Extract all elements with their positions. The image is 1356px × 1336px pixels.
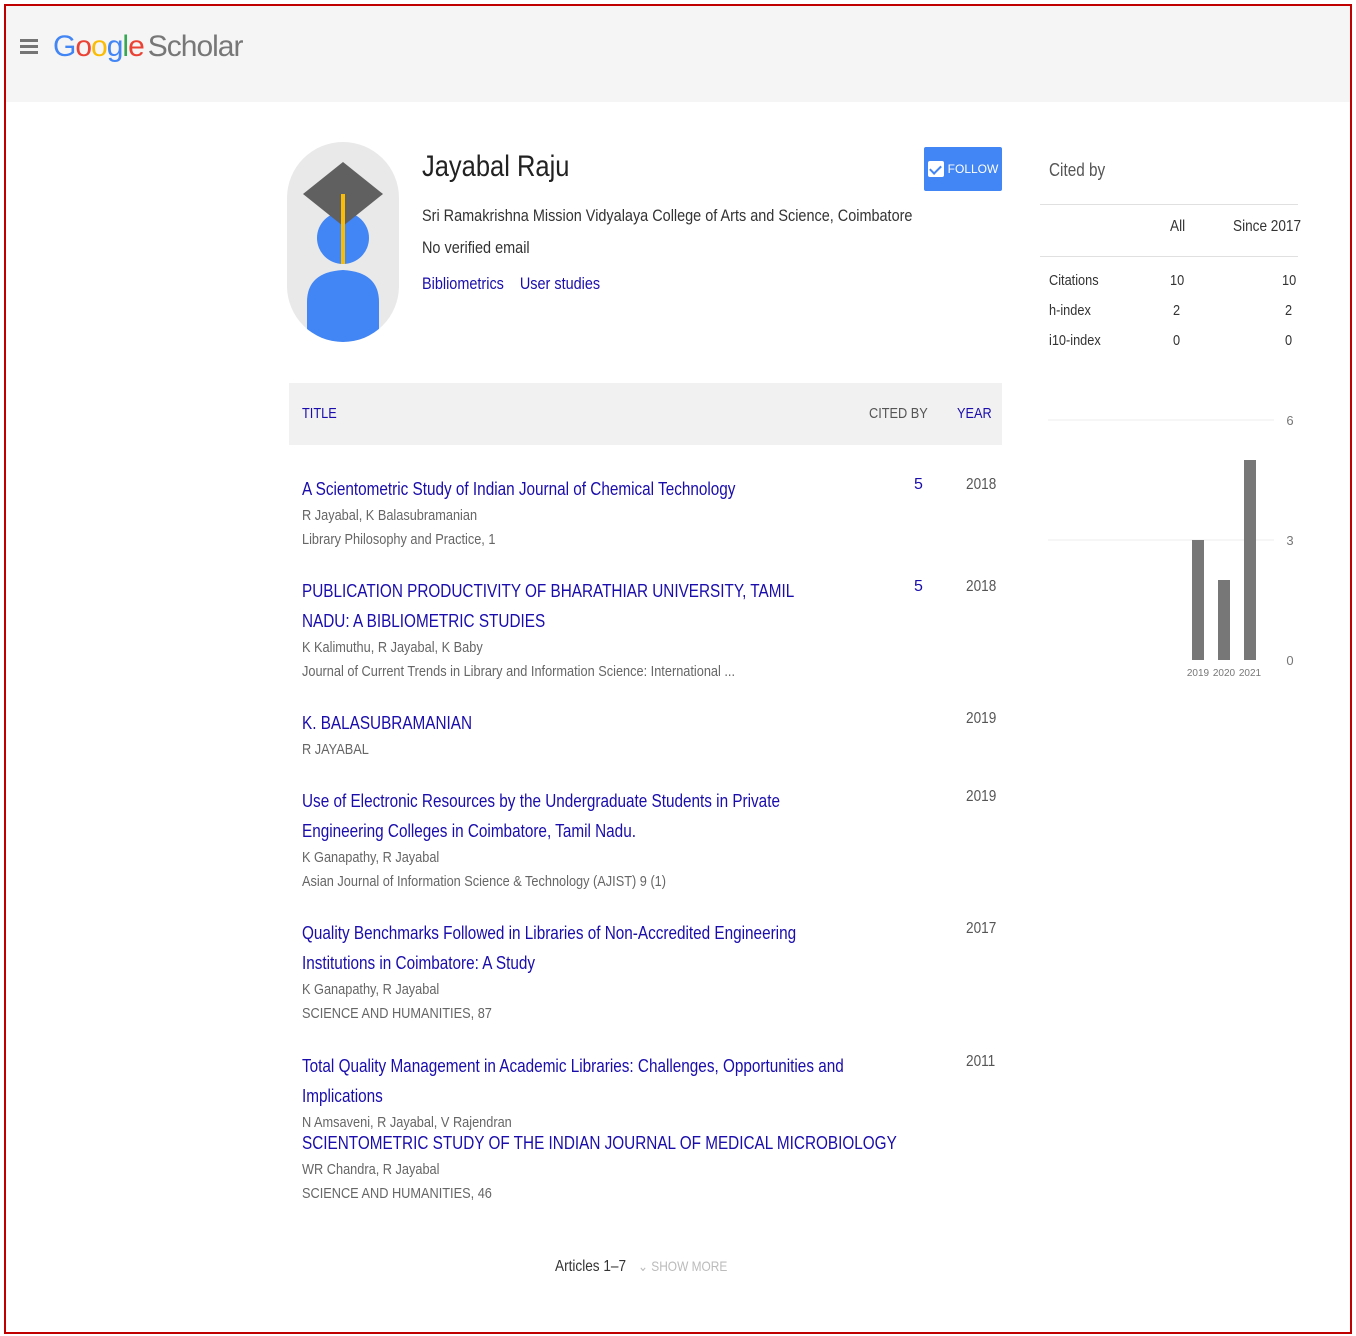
- follow-button[interactable]: FOLLOW: [924, 147, 1002, 191]
- divider: [1040, 204, 1298, 205]
- chart-bar: [1218, 580, 1230, 660]
- citations-bar-chart: 0 3 6 2019 2020 2021: [1048, 413, 1294, 679]
- article-row: K. BALASUBRAMANIAN R JAYABAL 2019: [302, 708, 1002, 762]
- article-source: Journal of Current Trends in Library and…: [302, 663, 736, 680]
- article-authors: R Jayabal, K Balasubramanian: [302, 507, 478, 524]
- article-authors: K Ganapathy, R Jayabal: [302, 849, 440, 866]
- chart-x-tick-label: 2021: [1239, 668, 1262, 679]
- graduate-avatar-icon: [303, 162, 383, 342]
- article-source: Library Philosophy and Practice, 1: [302, 531, 496, 548]
- col-header-cited-by[interactable]: CITED BY: [869, 405, 928, 422]
- article-year: 2019: [966, 710, 997, 727]
- hamburger-menu-icon[interactable]: [20, 39, 38, 55]
- chart-x-tick-label: 2020: [1213, 668, 1236, 679]
- col-header-year[interactable]: YEAR: [957, 405, 992, 422]
- divider: [1040, 256, 1298, 257]
- article-cited-by-count[interactable]: 5: [914, 476, 923, 494]
- article-title-link[interactable]: Total Quality Management in Academic Lib…: [302, 1051, 897, 1111]
- article-title-link[interactable]: K. BALASUBRAMANIAN: [302, 708, 846, 738]
- article-authors: K Kalimuthu, R Jayabal, K Baby: [302, 639, 483, 656]
- article-row: SCIENTOMETRIC STUDY OF THE INDIAN JOURNA…: [302, 1128, 1002, 1206]
- stat-since: 0: [1285, 332, 1293, 349]
- article-year: 2011: [966, 1053, 996, 1070]
- article-title-link[interactable]: SCIENTOMETRIC STUDY OF THE INDIAN JOURNA…: [302, 1128, 897, 1158]
- chart-y-tick-label: 3: [1286, 533, 1293, 548]
- profile-interests: Bibliometrics User studies: [422, 274, 612, 294]
- article-row: Use of Electronic Resources by the Under…: [302, 786, 1002, 894]
- article-row: Quality Benchmarks Followed in Libraries…: [302, 918, 1002, 1026]
- article-year: 2019: [966, 788, 997, 805]
- chart-y-tick-label: 6: [1286, 413, 1293, 428]
- stat-since: 2: [1285, 302, 1293, 319]
- chart-y-tick-label: 0: [1286, 653, 1293, 668]
- article-source: SCIENCE AND HUMANITIES, 46: [302, 1185, 492, 1202]
- article-source: SCIENCE AND HUMANITIES, 87: [302, 1005, 492, 1022]
- interest-link-user-studies[interactable]: User studies: [520, 274, 600, 293]
- stat-label: i10-index: [1049, 332, 1101, 349]
- article-row: A Scientometric Study of Indian Journal …: [302, 474, 1002, 552]
- article-row: PUBLICATION PRODUCTIVITY OF BHARATHIAR U…: [302, 576, 1002, 684]
- article-authors: R JAYABAL: [302, 741, 369, 758]
- profile-email-status: No verified email: [422, 238, 530, 257]
- show-more-label: SHOW MORE: [651, 1258, 728, 1274]
- follow-label: FOLLOW: [947, 162, 999, 176]
- profile-affiliation: Sri Ramakrishna Mission Vidyalaya Colleg…: [422, 206, 913, 225]
- logo-scholar-text: Scholar: [147, 30, 244, 63]
- article-title-link[interactable]: PUBLICATION PRODUCTIVITY OF BHARATHIAR U…: [302, 576, 812, 636]
- stat-all: 10: [1170, 272, 1185, 289]
- article-cited-by-count[interactable]: 5: [914, 578, 923, 596]
- article-title-link[interactable]: Quality Benchmarks Followed in Libraries…: [302, 918, 829, 978]
- col-header-since[interactable]: Since 2017: [1233, 218, 1301, 236]
- chevron-down-icon: ⌄: [638, 1258, 652, 1274]
- article-year: 2018: [966, 476, 997, 493]
- stat-label: h-index: [1049, 302, 1091, 319]
- top-bar: Google Scholar: [6, 6, 1350, 102]
- chart-bar: [1192, 540, 1204, 660]
- avatar: [287, 142, 399, 342]
- article-title-link[interactable]: Use of Electronic Resources by the Under…: [302, 786, 855, 846]
- show-more-button[interactable]: ⌄ SHOW MORE: [638, 1258, 727, 1275]
- article-authors: K Ganapathy, R Jayabal: [302, 981, 440, 998]
- profile-name: Jayabal Raju: [422, 150, 570, 183]
- stats-row: h-index 2 2: [1040, 302, 1298, 332]
- chart-x-tick-label: 2019: [1187, 668, 1210, 679]
- stats-row: i10-index 0 0: [1040, 332, 1298, 362]
- chart-bar: [1244, 460, 1256, 660]
- articles-table-header: TITLE CITED BY YEAR: [289, 383, 1002, 445]
- article-year: 2018: [966, 578, 997, 595]
- article-title-link[interactable]: A Scientometric Study of Indian Journal …: [302, 474, 846, 504]
- stat-all: 2: [1173, 302, 1181, 319]
- stat-label: Citations: [1049, 272, 1099, 289]
- cited-by-title: Cited by: [1049, 160, 1106, 180]
- stat-all: 0: [1173, 332, 1181, 349]
- google-scholar-logo[interactable]: Google Scholar: [53, 30, 244, 64]
- col-header-all[interactable]: All: [1170, 218, 1185, 236]
- interest-link-bibliometrics[interactable]: Bibliometrics: [422, 274, 504, 293]
- article-year: 2017: [966, 920, 997, 937]
- stat-since: 10: [1282, 272, 1297, 289]
- follow-check-icon: [927, 161, 944, 177]
- article-authors: WR Chandra, R Jayabal: [302, 1161, 440, 1178]
- article-row: Total Quality Management in Academic Lib…: [302, 1051, 1002, 1135]
- articles-count: Articles 1–7: [555, 1258, 627, 1275]
- stats-row: Citations 10 10: [1040, 272, 1298, 302]
- article-source: Asian Journal of Information Science & T…: [302, 873, 667, 890]
- col-header-title[interactable]: TITLE: [302, 405, 337, 422]
